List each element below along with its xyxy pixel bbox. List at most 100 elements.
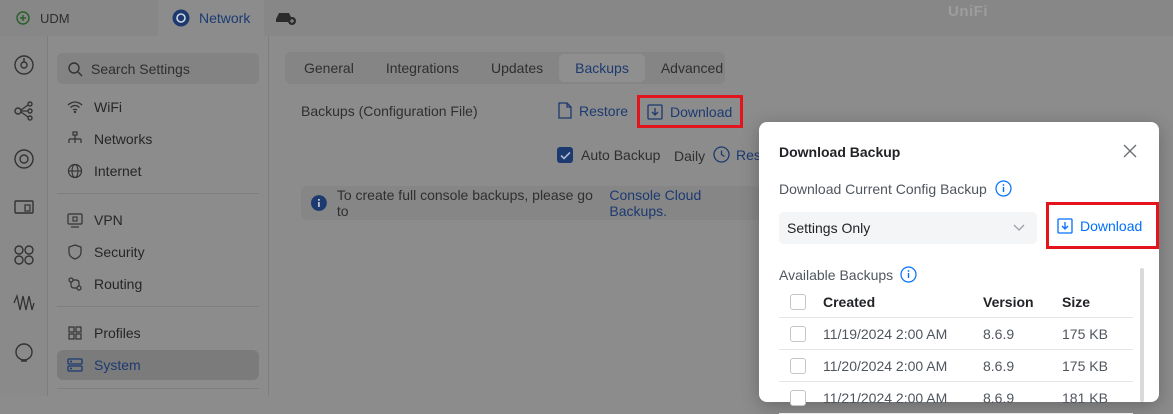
routing-icon bbox=[68, 277, 82, 291]
chevron-down-icon bbox=[1013, 224, 1025, 231]
tab-integrations[interactable]: Integrations bbox=[370, 54, 475, 82]
table-row[interactable]: 11/21/2024 2:00 AM 8.6.9 181 KB bbox=[779, 382, 1133, 414]
tab-udm[interactable]: UDM bbox=[0, 0, 158, 36]
nav-item-wifi[interactable]: WiFi bbox=[57, 92, 259, 122]
table-row[interactable]: 11/20/2024 2:00 AM 8.6.9 175 KB bbox=[779, 350, 1133, 382]
modal-download-label: Download bbox=[1080, 217, 1143, 234]
wifi-icon bbox=[67, 101, 83, 114]
cell-size: 175 KB bbox=[1062, 326, 1108, 342]
nav-item-internet[interactable]: Internet bbox=[57, 156, 259, 186]
networks-icon bbox=[68, 131, 82, 143]
column-created: Created bbox=[823, 294, 876, 310]
vpn-icon bbox=[67, 213, 83, 228]
system-icon bbox=[67, 358, 83, 372]
top-tab-bar: UDM Network UniFi bbox=[0, 0, 1173, 36]
cell-version: 8.6.9 bbox=[983, 358, 1015, 374]
nav-item-label: Internet bbox=[94, 163, 142, 179]
dashboard-icon[interactable] bbox=[12, 53, 36, 77]
auto-backup-frequency: Daily bbox=[674, 148, 706, 164]
search-icon bbox=[68, 61, 83, 76]
nav-item-profiles[interactable]: Profiles bbox=[57, 318, 259, 348]
nav-divider bbox=[57, 193, 259, 194]
add-circle-icon bbox=[16, 11, 30, 25]
nav-item-label: System bbox=[94, 357, 141, 373]
row-checkbox[interactable] bbox=[790, 390, 806, 406]
new-tab-icon[interactable] bbox=[273, 4, 297, 28]
current-config-label: Download Current Config Backup bbox=[779, 180, 987, 197]
download-label: Download bbox=[670, 103, 733, 120]
tab-udm-label: UDM bbox=[40, 10, 70, 26]
nav-item-label: Networks bbox=[94, 131, 153, 147]
current-config-label-row: Download Current Config Backup bbox=[779, 180, 1012, 197]
cell-size: 175 KB bbox=[1062, 358, 1108, 374]
nav-item-label: Security bbox=[94, 244, 145, 260]
cell-created: 11/21/2024 2:00 AM bbox=[823, 390, 948, 406]
table-header: Created Version Size bbox=[779, 286, 1133, 318]
tab-network-label: Network bbox=[199, 10, 251, 26]
download-icon bbox=[647, 103, 663, 120]
settings-tabs: General Integrations Updates Backups Adv… bbox=[285, 52, 725, 84]
download-button[interactable]: Download bbox=[637, 95, 743, 128]
nav-item-label: WiFi bbox=[94, 99, 122, 115]
column-version: Version bbox=[983, 294, 1034, 310]
select-value: Settings Only bbox=[787, 220, 871, 236]
tab-updates[interactable]: Updates bbox=[475, 54, 559, 82]
cell-version: 8.6.9 bbox=[983, 326, 1015, 342]
nav-item-security[interactable]: Security bbox=[57, 237, 259, 267]
auto-backup-label: Auto Backup bbox=[581, 147, 661, 163]
clients-icon[interactable] bbox=[12, 243, 36, 267]
modal-download-button[interactable]: Download bbox=[1046, 202, 1159, 249]
nav-item-vpn[interactable]: VPN bbox=[57, 205, 259, 235]
globe-icon bbox=[67, 163, 83, 179]
restore-label: Restore bbox=[579, 102, 629, 119]
select-all-checkbox[interactable] bbox=[790, 294, 806, 310]
cell-size: 181 KB bbox=[1062, 390, 1108, 406]
cell-version: 8.6.9 bbox=[983, 390, 1015, 406]
tab-backups[interactable]: Backups bbox=[559, 54, 645, 82]
available-backups-label-row: Available Backups bbox=[779, 266, 917, 283]
tab-network[interactable]: Network bbox=[158, 0, 264, 36]
download-backup-modal: Download Backup Download Current Config … bbox=[759, 122, 1159, 414]
nav-item-system[interactable]: System bbox=[57, 350, 259, 380]
tab-general[interactable]: General bbox=[288, 54, 370, 82]
reschedule-label: Res bbox=[736, 146, 761, 163]
nav-item-networks[interactable]: Networks bbox=[57, 124, 259, 154]
target-icon[interactable] bbox=[12, 147, 36, 171]
topology-icon[interactable] bbox=[12, 99, 36, 123]
info-icon[interactable] bbox=[995, 180, 1012, 197]
row-checkbox[interactable] bbox=[790, 326, 806, 342]
nav-divider bbox=[57, 388, 259, 389]
scrollbar[interactable] bbox=[1140, 268, 1144, 402]
reschedule-link[interactable]: Res bbox=[713, 146, 761, 163]
restore-button[interactable]: Restore bbox=[558, 102, 628, 119]
info-banner: To create full console backups, please g… bbox=[301, 186, 761, 220]
nav-item-label: Profiles bbox=[94, 325, 141, 341]
column-size: Size bbox=[1062, 294, 1091, 310]
nav-item-routing[interactable]: Routing bbox=[57, 269, 259, 299]
auto-backup-checkbox[interactable]: Auto Backup bbox=[557, 147, 660, 163]
backup-type-select[interactable]: Settings Only bbox=[779, 212, 1037, 244]
search-settings-input[interactable]: Search Settings bbox=[57, 53, 259, 84]
close-icon[interactable] bbox=[1121, 142, 1139, 160]
info-icon[interactable] bbox=[900, 266, 917, 283]
network-app-icon bbox=[172, 9, 190, 27]
cell-created: 11/19/2024 2:00 AM bbox=[823, 326, 948, 342]
console-cloud-backups-link[interactable]: Console Cloud Backups. bbox=[609, 187, 761, 219]
nav-item-label: VPN bbox=[94, 212, 123, 228]
alerts-icon[interactable] bbox=[12, 341, 36, 365]
clock-icon bbox=[713, 146, 730, 163]
info-text: To create full console backups, please g… bbox=[336, 187, 593, 219]
nav-item-label: Routing bbox=[94, 276, 143, 292]
tab-advanced[interactable]: Advanced bbox=[645, 54, 739, 82]
nav-divider bbox=[57, 306, 259, 307]
search-placeholder: Search Settings bbox=[91, 60, 190, 77]
settings-nav: Search Settings WiFi Networks Internet V… bbox=[48, 36, 269, 396]
insights-icon[interactable] bbox=[12, 291, 36, 315]
info-icon bbox=[311, 195, 327, 211]
devices-icon[interactable] bbox=[12, 195, 36, 219]
row-checkbox[interactable] bbox=[790, 358, 806, 374]
checkbox-checked-icon bbox=[557, 147, 573, 163]
table-row[interactable]: 11/19/2024 2:00 AM 8.6.9 175 KB bbox=[779, 318, 1133, 350]
app-icon-rail bbox=[0, 36, 48, 396]
unifi-logo: UniFi bbox=[948, 3, 988, 20]
